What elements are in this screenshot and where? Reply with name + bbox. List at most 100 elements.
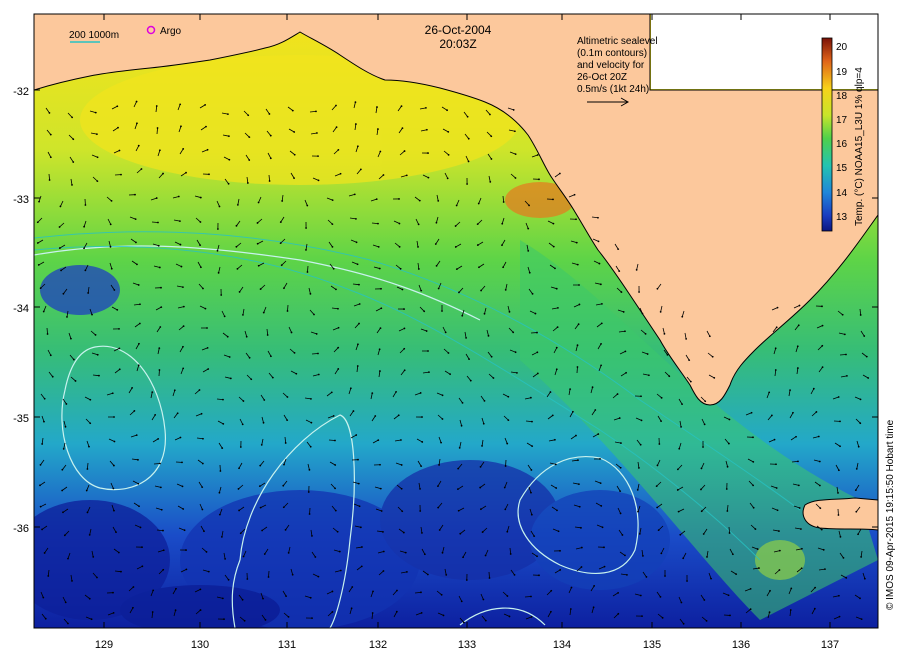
- velocity-arrowhead: [309, 292, 312, 295]
- velocity-arrowhead: [593, 585, 596, 587]
- velocity-arrowhead: [813, 607, 816, 610]
- colorbar-tick-label: 19: [836, 67, 848, 78]
- lon-tick-label: 135: [643, 639, 661, 651]
- velocity-arrowhead: [600, 322, 603, 325]
- velocity-arrowhead: [139, 303, 141, 306]
- velocity-arrowhead: [261, 529, 264, 532]
- velocity-arrowhead: [218, 513, 221, 516]
- velocity-arrowhead: [468, 358, 470, 361]
- velocity-arrowhead: [681, 315, 684, 318]
- colorbar-tick-label: 13: [836, 212, 848, 223]
- velocity-arrowhead: [316, 132, 318, 134]
- velocity-arrowhead: [286, 419, 289, 422]
- sst-map-figure: 129 130 131 132 133 134 135 136 137 -32 …: [13, 13, 896, 651]
- velocity-arrowhead: [141, 546, 143, 549]
- velocity-arrowhead: [175, 587, 177, 590]
- velocity-arrowhead: [575, 218, 577, 221]
- velocity-arrowhead: [504, 508, 507, 511]
- velocity-arrowhead: [462, 556, 464, 559]
- velocity-arrowhead: [656, 287, 659, 290]
- velocity-arrowhead: [207, 368, 210, 370]
- velocity-arrowhead: [227, 578, 230, 581]
- velocity-arrowhead: [86, 468, 89, 470]
- velocity-arrowhead: [72, 358, 75, 361]
- velocity-arrowhead: [157, 438, 160, 440]
- velocity-arrowhead: [601, 526, 604, 529]
- velocity-arrowhead: [666, 353, 669, 356]
- velocity-arrowhead: [334, 487, 336, 490]
- velocity-arrowhead: [553, 438, 556, 441]
- velocity-arrowhead: [702, 446, 704, 448]
- velocity-arrowhead: [136, 263, 138, 266]
- velocity-arrowhead: [182, 508, 185, 510]
- velocity-arrowhead: [243, 619, 246, 622]
- velocity-arrowhead: [157, 244, 160, 247]
- velocity-arrowhead: [49, 133, 52, 136]
- lon-tick-label: 131: [278, 639, 296, 651]
- velocity-arrowhead: [617, 612, 620, 615]
- velocity-arrowhead: [263, 399, 266, 401]
- velocity-arrowhead: [95, 133, 98, 136]
- velocity-arrowhead: [205, 125, 207, 128]
- lat-tick-label: -33: [13, 194, 29, 206]
- velocity-arrowhead: [555, 487, 558, 489]
- isobath-legend-label: 200 1000m: [69, 30, 119, 41]
- velocity-arrowhead: [776, 509, 779, 512]
- velocity-arrowhead: [839, 445, 841, 448]
- velocity-arrowhead: [158, 266, 161, 269]
- velocity-arrowhead: [513, 130, 516, 133]
- velocity-arrowhead: [859, 597, 861, 600]
- velocity-arrowhead: [454, 225, 457, 227]
- velocity-arrowhead: [428, 371, 430, 374]
- velocity-arrowhead: [284, 529, 287, 531]
- velocity-arrowhead: [138, 322, 141, 325]
- velocity-arrowhead: [269, 134, 272, 137]
- velocity-arrowhead: [182, 305, 185, 308]
- velocity-arrowhead: [354, 123, 357, 125]
- velocity-arrowhead: [465, 337, 467, 339]
- velocity-arrowhead: [207, 570, 210, 573]
- velocity-arrowhead: [403, 347, 406, 350]
- velocity-arrowhead: [575, 241, 578, 244]
- velocity-arrowhead: [571, 410, 574, 413]
- velocity-arrowhead: [656, 464, 659, 467]
- velocity-arrowhead: [115, 531, 117, 534]
- velocity-arrowhead: [395, 390, 397, 393]
- velocity-arrowhead: [358, 303, 361, 305]
- velocity-arrowhead: [248, 356, 251, 359]
- velocity-arrowhead: [403, 150, 406, 152]
- velocity-arrowhead: [305, 227, 307, 229]
- velocity-arrow: [46, 327, 48, 335]
- velocity-arrowhead: [790, 587, 793, 590]
- velocity-arrowhead: [317, 352, 319, 355]
- velocity-arrowhead: [355, 241, 358, 244]
- velocity-arrowhead: [62, 511, 64, 514]
- velocity-arrowhead: [435, 265, 438, 267]
- velocity-arrowhead: [551, 414, 554, 417]
- velocity-arrowhead: [819, 507, 822, 510]
- velocity-arrowhead: [797, 460, 799, 463]
- velocity-arrowhead: [332, 267, 335, 270]
- velocity-arrowhead: [530, 615, 533, 618]
- velocity-arrowhead: [156, 127, 159, 129]
- velocity-arrowhead: [814, 586, 817, 589]
- velocity-arrowhead: [776, 306, 779, 309]
- velocity-arrowhead: [821, 305, 823, 308]
- velocity-arrowhead: [558, 172, 561, 175]
- velocity-arrowhead: [159, 486, 162, 489]
- velocity-arrowhead: [597, 433, 600, 435]
- velocity-arrowhead: [503, 486, 506, 489]
- velocity-arrowhead: [315, 110, 317, 113]
- velocity-arrowhead: [38, 200, 40, 203]
- velocity-arrowhead: [291, 109, 294, 112]
- map-time: 20:03Z: [439, 37, 476, 51]
- velocity-arrowhead: [336, 530, 339, 533]
- velocity-arrowhead: [454, 246, 457, 248]
- velocity-arrowhead: [773, 438, 776, 441]
- velocity-arrowhead: [222, 398, 224, 401]
- velocity-arrowhead: [376, 106, 378, 108]
- lon-tick-label: 134: [553, 639, 571, 651]
- velocity-arrowhead: [620, 291, 623, 293]
- velocity-arrowhead: [334, 464, 337, 466]
- velocity-arrowhead: [199, 609, 202, 611]
